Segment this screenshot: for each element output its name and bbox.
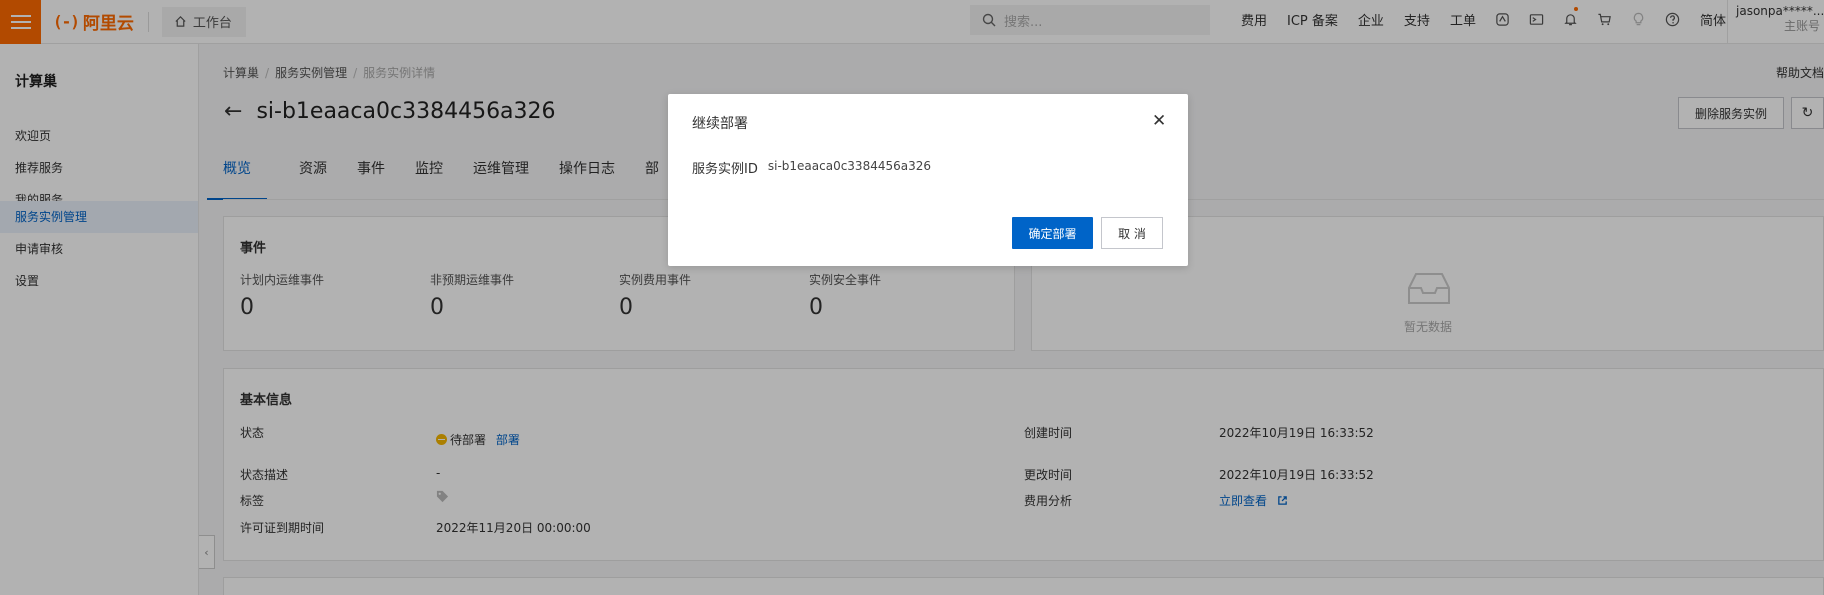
modal-overlay[interactable] (0, 0, 1824, 595)
instance-id-row: 服务实例ID si-b1eaaca0c3384456a326 (692, 158, 931, 177)
continue-deploy-dialog: 继续部署 ✕ 服务实例ID si-b1eaaca0c3384456a326 确定… (668, 94, 1188, 266)
instance-id-label: 服务实例ID (692, 162, 758, 177)
dialog-title: 继续部署 (692, 116, 748, 132)
confirm-deploy-button[interactable]: 确定部署 (1012, 217, 1093, 249)
close-icon[interactable]: ✕ (1152, 111, 1166, 131)
cancel-button[interactable]: 取 消 (1101, 217, 1163, 249)
instance-id-value: si-b1eaaca0c3384456a326 (767, 159, 932, 173)
